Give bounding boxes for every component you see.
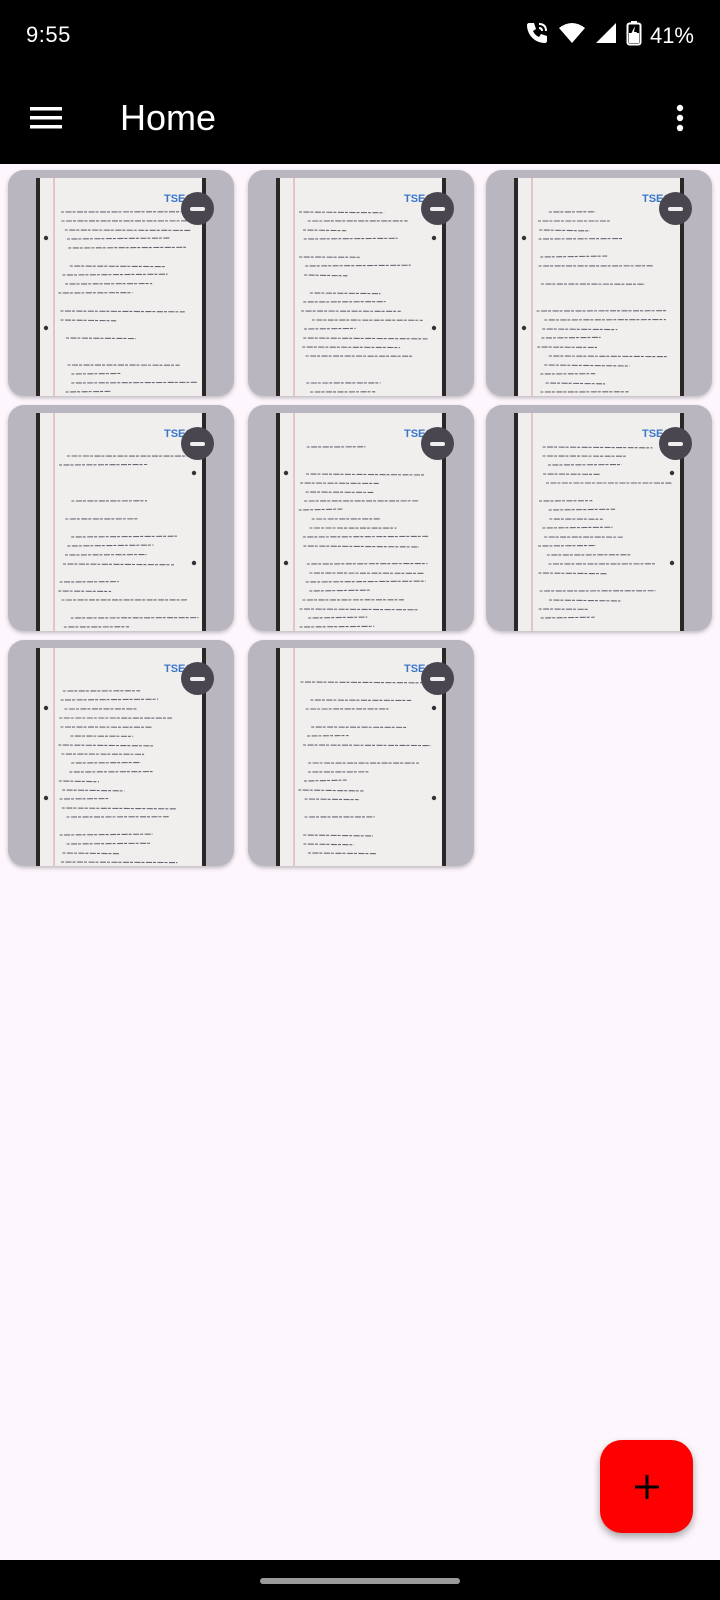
status-icons: 41% xyxy=(524,20,694,51)
status-time: 9:55 xyxy=(26,22,71,47)
document-card[interactable]: TSEC xyxy=(8,170,234,396)
document-card[interactable]: TSEC xyxy=(248,170,474,396)
wifi-calling-icon xyxy=(524,20,550,51)
document-card[interactable]: TSEC xyxy=(8,405,234,631)
menu-button[interactable] xyxy=(22,96,70,140)
remove-document-button[interactable] xyxy=(181,192,214,225)
remove-document-button[interactable] xyxy=(659,427,692,460)
minus-icon xyxy=(190,441,205,446)
app-bar: Home xyxy=(0,72,720,164)
document-card[interactable]: TSEC xyxy=(486,405,712,631)
document-card[interactable]: TSEC xyxy=(248,405,474,631)
add-document-button[interactable] xyxy=(600,1440,693,1533)
remove-document-button[interactable] xyxy=(181,662,214,695)
add-icon xyxy=(634,1474,659,1499)
minus-icon xyxy=(190,676,205,681)
remove-document-button[interactable] xyxy=(181,427,214,460)
battery-charging-icon xyxy=(626,20,642,51)
minus-icon xyxy=(430,441,445,446)
remove-document-button[interactable] xyxy=(421,662,454,695)
minus-icon xyxy=(190,206,205,211)
remove-document-button[interactable] xyxy=(659,192,692,225)
cell-signal-icon xyxy=(594,21,618,50)
document-card[interactable]: TSEC xyxy=(8,640,234,866)
remove-document-button[interactable] xyxy=(421,427,454,460)
minus-icon xyxy=(430,676,445,681)
wifi-icon xyxy=(558,21,586,50)
minus-icon xyxy=(668,441,683,446)
minus-icon xyxy=(668,206,683,211)
remove-document-button[interactable] xyxy=(421,192,454,225)
more-options-button[interactable] xyxy=(658,96,702,140)
navigation-bar xyxy=(0,1560,720,1600)
status-bar: 9:55 41% xyxy=(0,0,720,72)
page-title: Home xyxy=(120,97,217,138)
battery-percent: 41% xyxy=(649,22,694,48)
hamburger-menu-icon xyxy=(30,107,62,129)
gesture-handle[interactable] xyxy=(260,1578,460,1584)
more-vert-icon xyxy=(676,104,684,132)
minus-icon xyxy=(430,206,445,211)
document-card[interactable]: TSEC xyxy=(248,640,474,866)
document-card[interactable]: TSEC xyxy=(486,170,712,396)
